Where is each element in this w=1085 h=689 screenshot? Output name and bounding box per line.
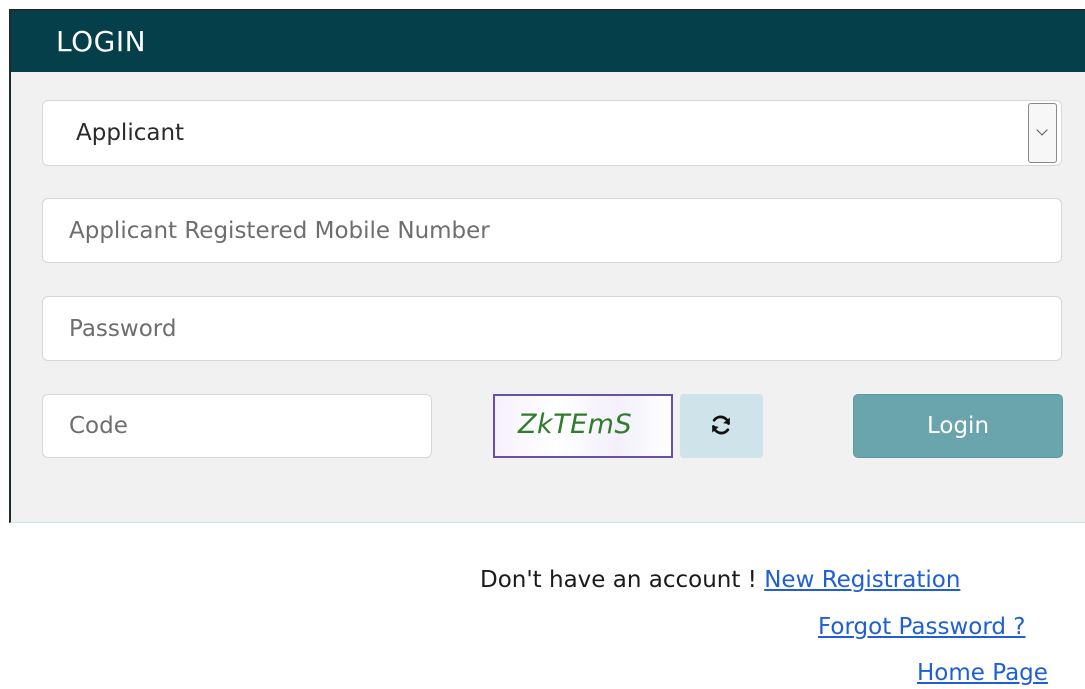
captcha-code-input[interactable]	[42, 394, 432, 458]
forgot-password-row: Forgot Password ?	[818, 612, 1025, 642]
login-title: LOGIN	[56, 25, 147, 58]
login-header: LOGIN	[11, 11, 1085, 72]
refresh-captcha-button[interactable]	[680, 394, 763, 458]
home-page-row: Home Page	[917, 658, 1048, 688]
home-page-link[interactable]: Home Page	[917, 660, 1048, 686]
login-button[interactable]: Login	[853, 394, 1063, 458]
mobile-number-input[interactable]	[42, 198, 1062, 263]
account-prompt: Don't have an account ! New Registration	[480, 565, 960, 595]
user-type-selected-value: Applicant	[76, 120, 185, 146]
captcha-image: ZkTEmS	[493, 394, 673, 458]
no-account-text: Don't have an account !	[480, 567, 765, 593]
refresh-icon	[712, 415, 730, 435]
login-panel: LOGIN Applicant ZkTEmS Login	[9, 9, 1085, 523]
new-registration-link[interactable]: New Registration	[764, 567, 960, 593]
forgot-password-link[interactable]: Forgot Password ?	[818, 614, 1025, 640]
select-dropdown-button[interactable]	[1028, 103, 1057, 163]
captcha-text: ZkTEmS	[518, 409, 633, 440]
user-type-select[interactable]: Applicant	[42, 100, 1062, 166]
chevron-down-icon	[1036, 124, 1048, 136]
password-input[interactable]	[42, 296, 1062, 361]
